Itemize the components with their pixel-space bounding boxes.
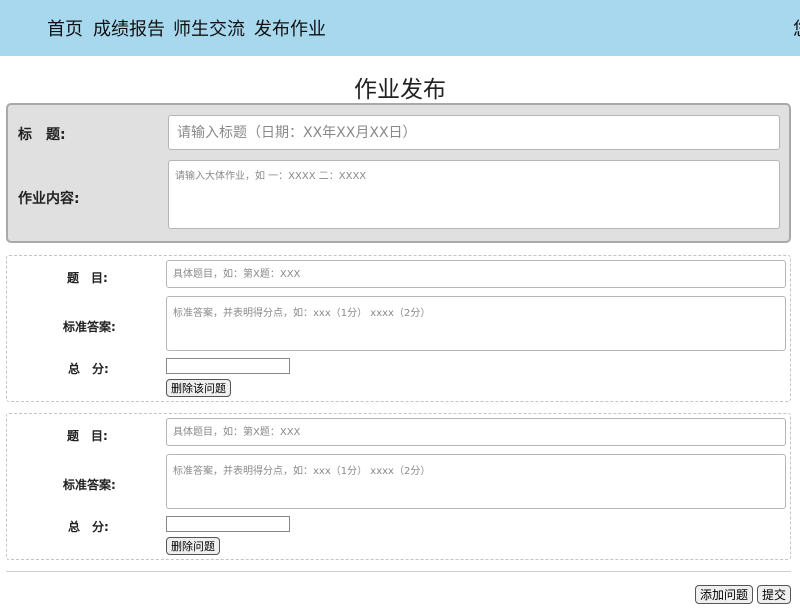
answer-textarea[interactable]: [166, 296, 786, 351]
score-label: 总 分:: [68, 362, 109, 376]
add-question-button[interactable]: 添加问题: [695, 585, 754, 604]
question-input[interactable]: [166, 260, 786, 288]
question-card-2: 题 目: 标准答案: 总 分: 删除问题: [6, 413, 791, 560]
delete-question-button[interactable]: 删除问题: [166, 537, 220, 555]
delete-question-button[interactable]: 删除该问题: [166, 379, 231, 397]
homework-header-card: 标 题: 作业内容:: [6, 103, 791, 243]
answer-label: 标准答案:: [63, 478, 116, 492]
nav-grade-report-link[interactable]: 成绩报告: [93, 15, 165, 41]
nav-home-link[interactable]: 首页: [47, 15, 83, 41]
top-nav-bar: 首页 成绩报告 师生交流 发布作业 您: [0, 0, 800, 56]
nav-communication-link[interactable]: 师生交流: [173, 15, 245, 41]
nav-publish-homework-link[interactable]: 发布作业: [254, 15, 326, 41]
submit-button[interactable]: 提交: [757, 585, 792, 604]
page-title: 作业发布: [354, 77, 446, 103]
question-input[interactable]: [166, 418, 786, 446]
footer-divider: [6, 571, 791, 572]
content-label: 作业内容:: [18, 191, 80, 207]
answer-textarea[interactable]: [166, 454, 786, 509]
question-label: 题 目:: [67, 429, 108, 443]
nav-user-greeting-clipped: 您: [793, 15, 800, 41]
question-label: 题 目:: [67, 271, 108, 285]
question-card-1: 题 目: 标准答案: 总 分: 删除该问题: [6, 255, 791, 402]
answer-label: 标准答案:: [63, 320, 116, 334]
score-label: 总 分:: [68, 520, 109, 534]
score-input[interactable]: [166, 516, 290, 532]
title-input[interactable]: [168, 115, 780, 150]
nav-user-greeting: 您: [793, 19, 800, 40]
title-label: 标 题:: [18, 127, 66, 143]
content-textarea[interactable]: [168, 160, 780, 229]
score-input[interactable]: [166, 358, 290, 374]
